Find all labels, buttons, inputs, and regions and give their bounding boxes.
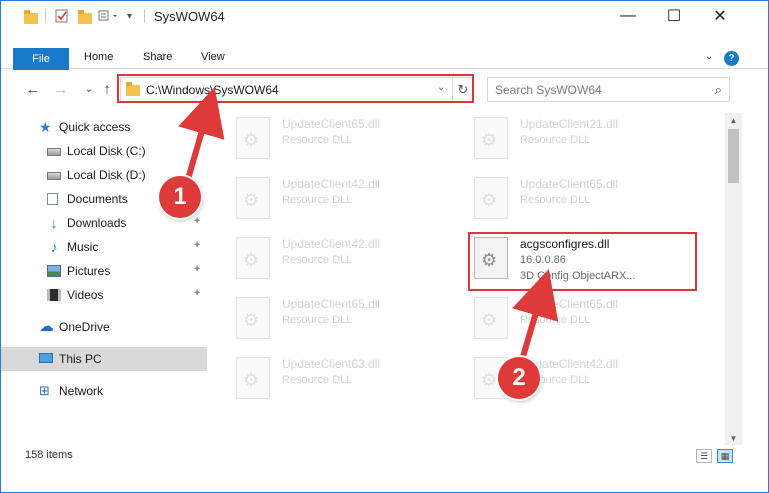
step-1-badge: 1 (159, 176, 201, 218)
arrow-1 (178, 86, 225, 189)
annotation-arrows (178, 86, 559, 363)
step-2-badge: 2 (498, 357, 540, 399)
arrow-2 (512, 268, 559, 363)
